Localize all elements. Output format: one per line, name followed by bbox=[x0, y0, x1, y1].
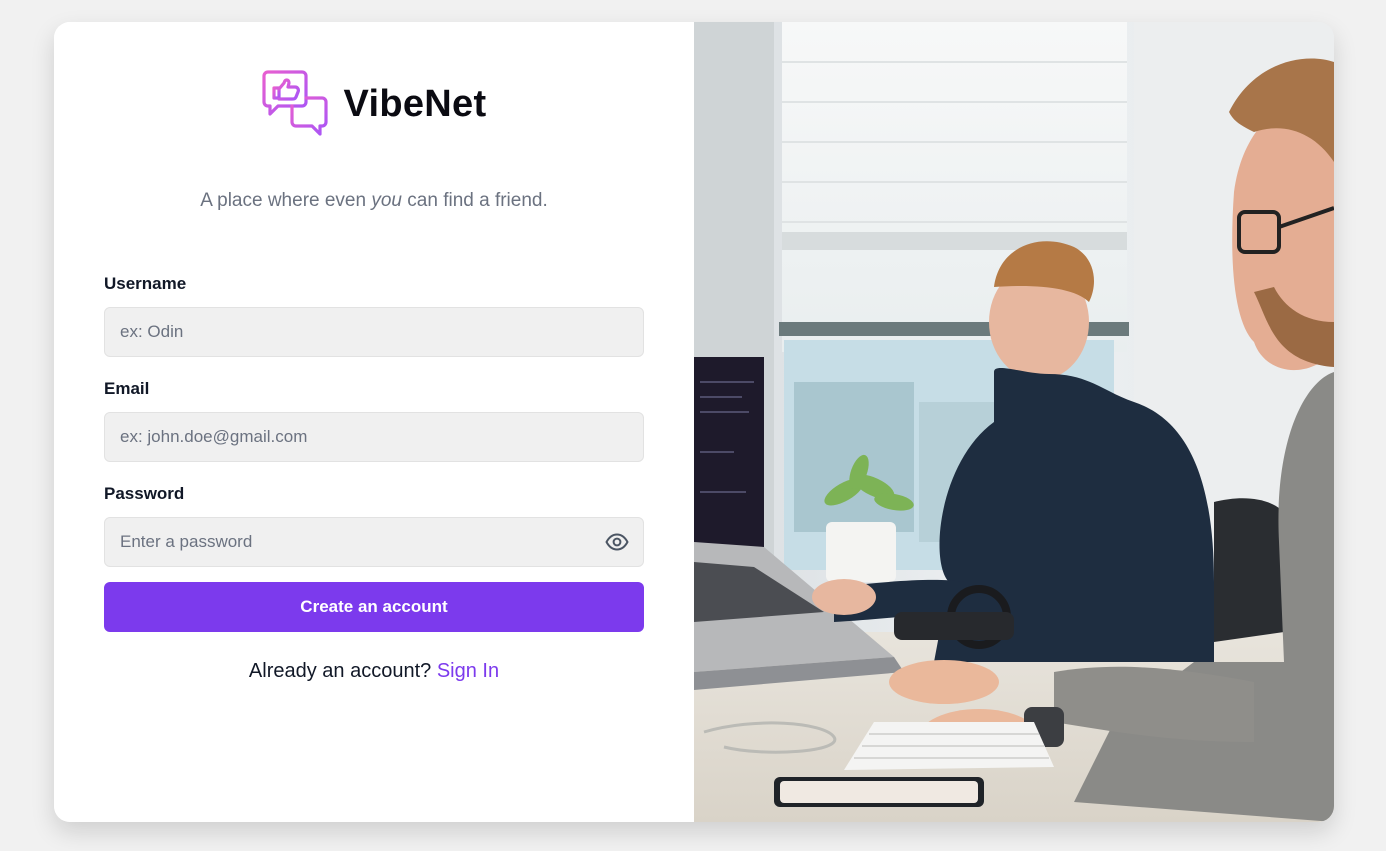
chat-bubbles-thumbs-up-icon bbox=[261, 68, 330, 141]
signup-card: VibeNet A place where even you can find … bbox=[54, 22, 1334, 822]
signin-prompt: Already an account? bbox=[248, 660, 432, 682]
office-photo bbox=[694, 22, 1334, 822]
username-field-wrapper bbox=[104, 307, 644, 357]
password-label: Password bbox=[104, 484, 185, 503]
email-input[interactable] bbox=[104, 412, 644, 462]
signup-form: Username Email Password Create an accoun… bbox=[104, 272, 644, 683]
create-account-button[interactable]: Create an account bbox=[104, 582, 644, 632]
email-label: Email bbox=[104, 379, 150, 398]
password-field-wrapper bbox=[104, 517, 644, 567]
signin-prompt-row: Already an account? Sign In bbox=[104, 660, 644, 683]
office-photo-illustration bbox=[694, 22, 1334, 822]
tagline-text-start: A place where even bbox=[200, 190, 372, 211]
brand-name: VibeNet bbox=[343, 83, 487, 125]
tagline: A place where even you can find a friend… bbox=[54, 190, 694, 212]
username-input[interactable] bbox=[104, 307, 644, 357]
username-label: Username bbox=[104, 274, 187, 293]
sign-in-link[interactable]: Sign In bbox=[437, 660, 499, 682]
tagline-emphasis: you bbox=[371, 190, 402, 211]
tagline-text-end: can find a friend. bbox=[402, 190, 548, 211]
signup-panel: VibeNet A place where even you can find … bbox=[54, 22, 694, 822]
password-input[interactable] bbox=[104, 517, 644, 567]
email-field-wrapper bbox=[104, 412, 644, 462]
eye-icon[interactable] bbox=[604, 530, 630, 554]
brand-header: VibeNet bbox=[54, 68, 694, 141]
